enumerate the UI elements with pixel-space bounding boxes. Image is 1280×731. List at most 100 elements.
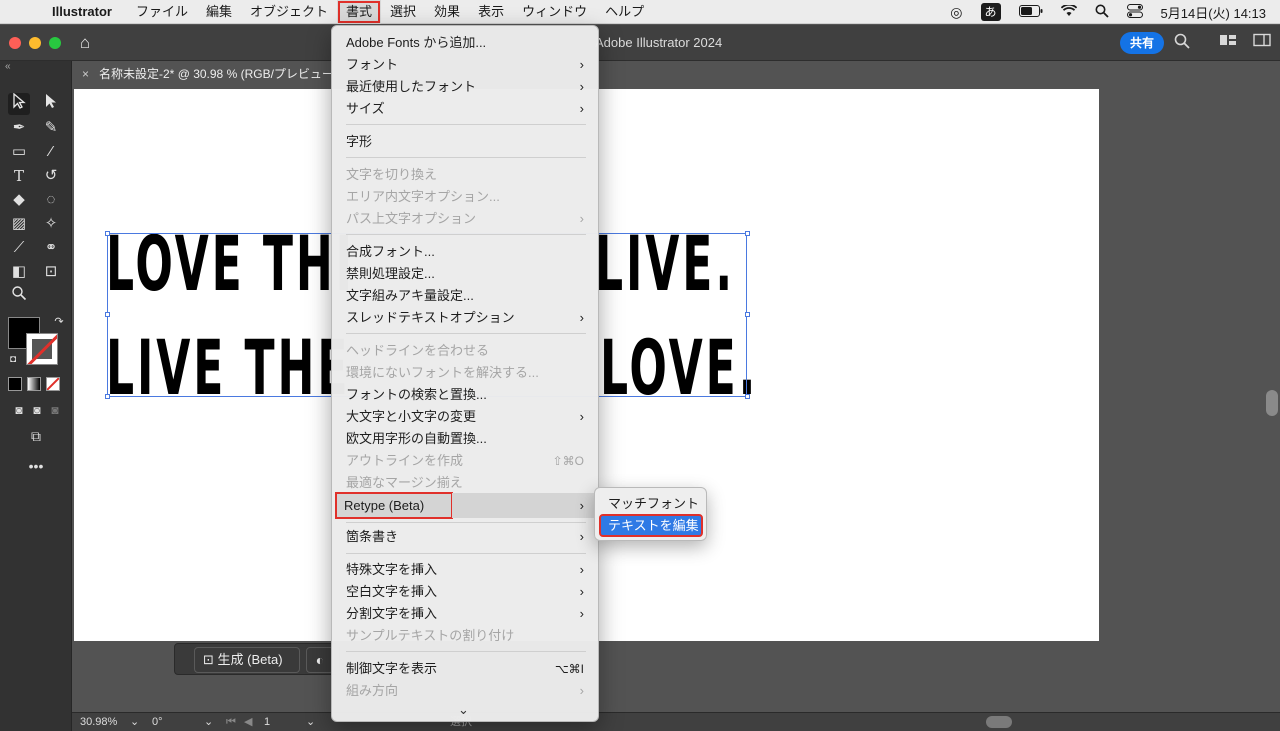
menu-item-retype-highlight[interactable]: ›	[452, 493, 594, 518]
mesh-tool-icon[interactable]: ✧	[40, 213, 62, 235]
gradient-tool-icon[interactable]: ▨	[8, 213, 30, 235]
pen-tool-icon[interactable]: ✒	[8, 117, 30, 139]
document-tab[interactable]: × 名称未設定-2* @ 30.98 % (RGB/プレビュー)	[74, 62, 332, 86]
default-colors-icon[interactable]: ◘	[2, 349, 24, 371]
menu-item-font[interactable]: フォント ›	[338, 54, 594, 76]
menu-view[interactable]: 表示	[469, 0, 513, 24]
menu-item-size[interactable]: サイズ ›	[338, 98, 594, 120]
menu-item-insert-break[interactable]: 分割文字を挿入 ›	[338, 603, 594, 625]
artboard-number[interactable]: 1	[264, 715, 270, 730]
collapse-panel-icon[interactable]: «	[5, 61, 11, 72]
rotation-value[interactable]: 0°	[152, 715, 163, 730]
clock[interactable]: 5月14日(火) 14:13	[1161, 3, 1267, 22]
zoom-window-button[interactable]	[49, 37, 61, 49]
menu-object[interactable]: オブジェクト	[241, 0, 337, 24]
menu-item-threaded-text-options[interactable]: スレッドテキストオプション ›	[338, 307, 594, 329]
menu-separator	[346, 651, 586, 652]
menu-item-add-adobe-fonts[interactable]: Adobe Fonts から追加...	[338, 32, 594, 54]
menu-item-resolve-missing-fonts: 環境にないフォントを解決する...	[346, 365, 539, 380]
previous-artboard-icon[interactable]: ◀	[244, 715, 252, 730]
paintbrush-tool-icon[interactable]: ⁄	[40, 141, 62, 163]
generate-beta-button[interactable]: ⊡ 生成 (Beta)	[194, 647, 300, 673]
menu-item-kinsoku-settings[interactable]: 禁則処理設定...	[338, 263, 594, 285]
chevron-right-icon: ›	[579, 562, 584, 577]
curvature-tool-icon[interactable]: ✎	[40, 117, 62, 139]
close-tab-icon[interactable]: ×	[82, 67, 89, 81]
battery-icon[interactable]	[1018, 4, 1043, 20]
search-icon[interactable]	[1172, 33, 1192, 53]
menu-item-insert-special-character[interactable]: 特殊文字を挿入 ›	[338, 559, 594, 581]
menu-item-recent-fonts[interactable]: 最近使用したフォント ›	[338, 76, 594, 98]
menu-type[interactable]: 書式	[337, 0, 382, 24]
menu-window[interactable]: ウィンドウ	[513, 0, 596, 24]
menu-item-composite-fonts[interactable]: 合成フォント...	[338, 241, 594, 263]
artboard-dropdown-icon[interactable]: ⌄	[306, 715, 315, 730]
menu-edit[interactable]: 編集	[197, 0, 241, 24]
menu-effect[interactable]: 効果	[425, 0, 469, 24]
menu-item-create-outlines: アウトラインを作成 ⇧⌘O	[338, 450, 594, 472]
gradient-mode-icon[interactable]	[27, 377, 41, 391]
taskbar-more-button[interactable]: ◐	[306, 647, 334, 673]
eyedropper-tool-icon[interactable]: ⟋	[8, 237, 30, 259]
type-tool-icon[interactable]: T	[8, 165, 30, 187]
bbox-handle[interactable]	[745, 312, 750, 317]
home-icon[interactable]: ⌂	[75, 33, 95, 53]
none-mode-icon[interactable]	[46, 377, 60, 391]
vertical-scrollbar-thumb[interactable]	[1266, 390, 1278, 416]
rectangle-tool-icon[interactable]: ▭	[8, 141, 30, 163]
eraser-tool-icon[interactable]: ◆	[8, 189, 30, 211]
menu-item-insert-whitespace[interactable]: 空白文字を挿入 ›	[338, 581, 594, 603]
menu-file[interactable]: ファイル	[127, 0, 197, 24]
rotate-tool-icon[interactable]: ↺	[40, 165, 62, 187]
menu-select[interactable]: 選択	[381, 0, 425, 24]
menu-item-smart-punctuation[interactable]: 欧文用字形の自動置換...	[338, 428, 594, 450]
wifi-icon[interactable]	[1060, 3, 1077, 20]
control-center-icon[interactable]	[1126, 3, 1143, 21]
submenu-item-match-font[interactable]: マッチフォント	[600, 493, 702, 514]
color-mode-icon[interactable]	[8, 377, 22, 391]
menu-app-name[interactable]: Illustrator	[52, 0, 121, 24]
workspace-layout-icon[interactable]	[1218, 33, 1238, 53]
chevron-right-icon: ›	[579, 211, 584, 226]
ime-indicator[interactable]: あ	[980, 3, 1001, 21]
stroke-swatch[interactable]	[26, 333, 58, 365]
lasso-tool-icon[interactable]: ◌	[40, 189, 62, 211]
menu-help[interactable]: ヘルプ	[596, 0, 653, 24]
menu-item-find-replace-font[interactable]: フォントの検索と置換...	[338, 384, 594, 406]
blend-tool-icon[interactable]: ⚭	[40, 237, 62, 259]
menu-item-change-case[interactable]: 大文字と小文字の変更 ›	[338, 406, 594, 428]
menu-item-retype-beta[interactable]: Retype (Beta)	[335, 492, 453, 519]
selection-tool-icon[interactable]	[8, 92, 30, 115]
chevron-right-icon: ›	[579, 57, 584, 72]
bbox-handle[interactable]	[105, 312, 110, 317]
swap-fill-stroke-icon[interactable]: ↷	[48, 311, 70, 333]
scroll-down-icon[interactable]: ⌄	[458, 702, 469, 718]
zoom-dropdown-icon[interactable]: ⌄	[130, 715, 139, 730]
screen-mode-icon[interactable]: ⧉	[25, 425, 47, 447]
bbox-handle[interactable]	[745, 394, 750, 399]
rotation-dropdown-icon[interactable]: ⌄	[204, 715, 213, 730]
bbox-handle[interactable]	[745, 231, 750, 236]
close-window-button[interactable]	[9, 37, 21, 49]
horizontal-scrollbar-thumb[interactable]	[986, 716, 1012, 728]
spotlight-search-icon[interactable]	[1095, 4, 1109, 21]
first-artboard-icon[interactable]: ⏮	[226, 715, 236, 730]
panels-icon[interactable]	[1252, 33, 1272, 53]
bbox-handle[interactable]	[105, 394, 110, 399]
menu-item-show-hidden-characters[interactable]: 制御文字を表示 ⌥⌘I	[338, 658, 594, 680]
bbox-handle[interactable]	[105, 231, 110, 236]
artboard-tool-icon[interactable]: ⊡	[40, 261, 62, 283]
shape-builder-tool-icon[interactable]: ◧	[8, 261, 30, 283]
zoom-level[interactable]: 30.98%	[80, 715, 117, 730]
zoom-tool-icon[interactable]	[8, 285, 30, 307]
share-button[interactable]: 共有	[1120, 32, 1164, 54]
creative-cloud-icon[interactable]: ◎	[950, 4, 962, 21]
draw-inside-icon[interactable]: ◙	[44, 399, 66, 421]
menu-item-glyphs[interactable]: 字形	[338, 131, 594, 153]
submenu-item-edit-text[interactable]: テキストを編集	[599, 514, 703, 537]
menu-item-mojikumi-settings[interactable]: 文字組みアキ量設定...	[338, 285, 594, 307]
direct-selection-tool-icon[interactable]	[40, 93, 62, 115]
edit-toolbar-icon[interactable]: •••	[25, 455, 47, 477]
minimize-window-button[interactable]	[29, 37, 41, 49]
menu-item-bullets[interactable]: 箇条書き ›	[338, 526, 594, 548]
